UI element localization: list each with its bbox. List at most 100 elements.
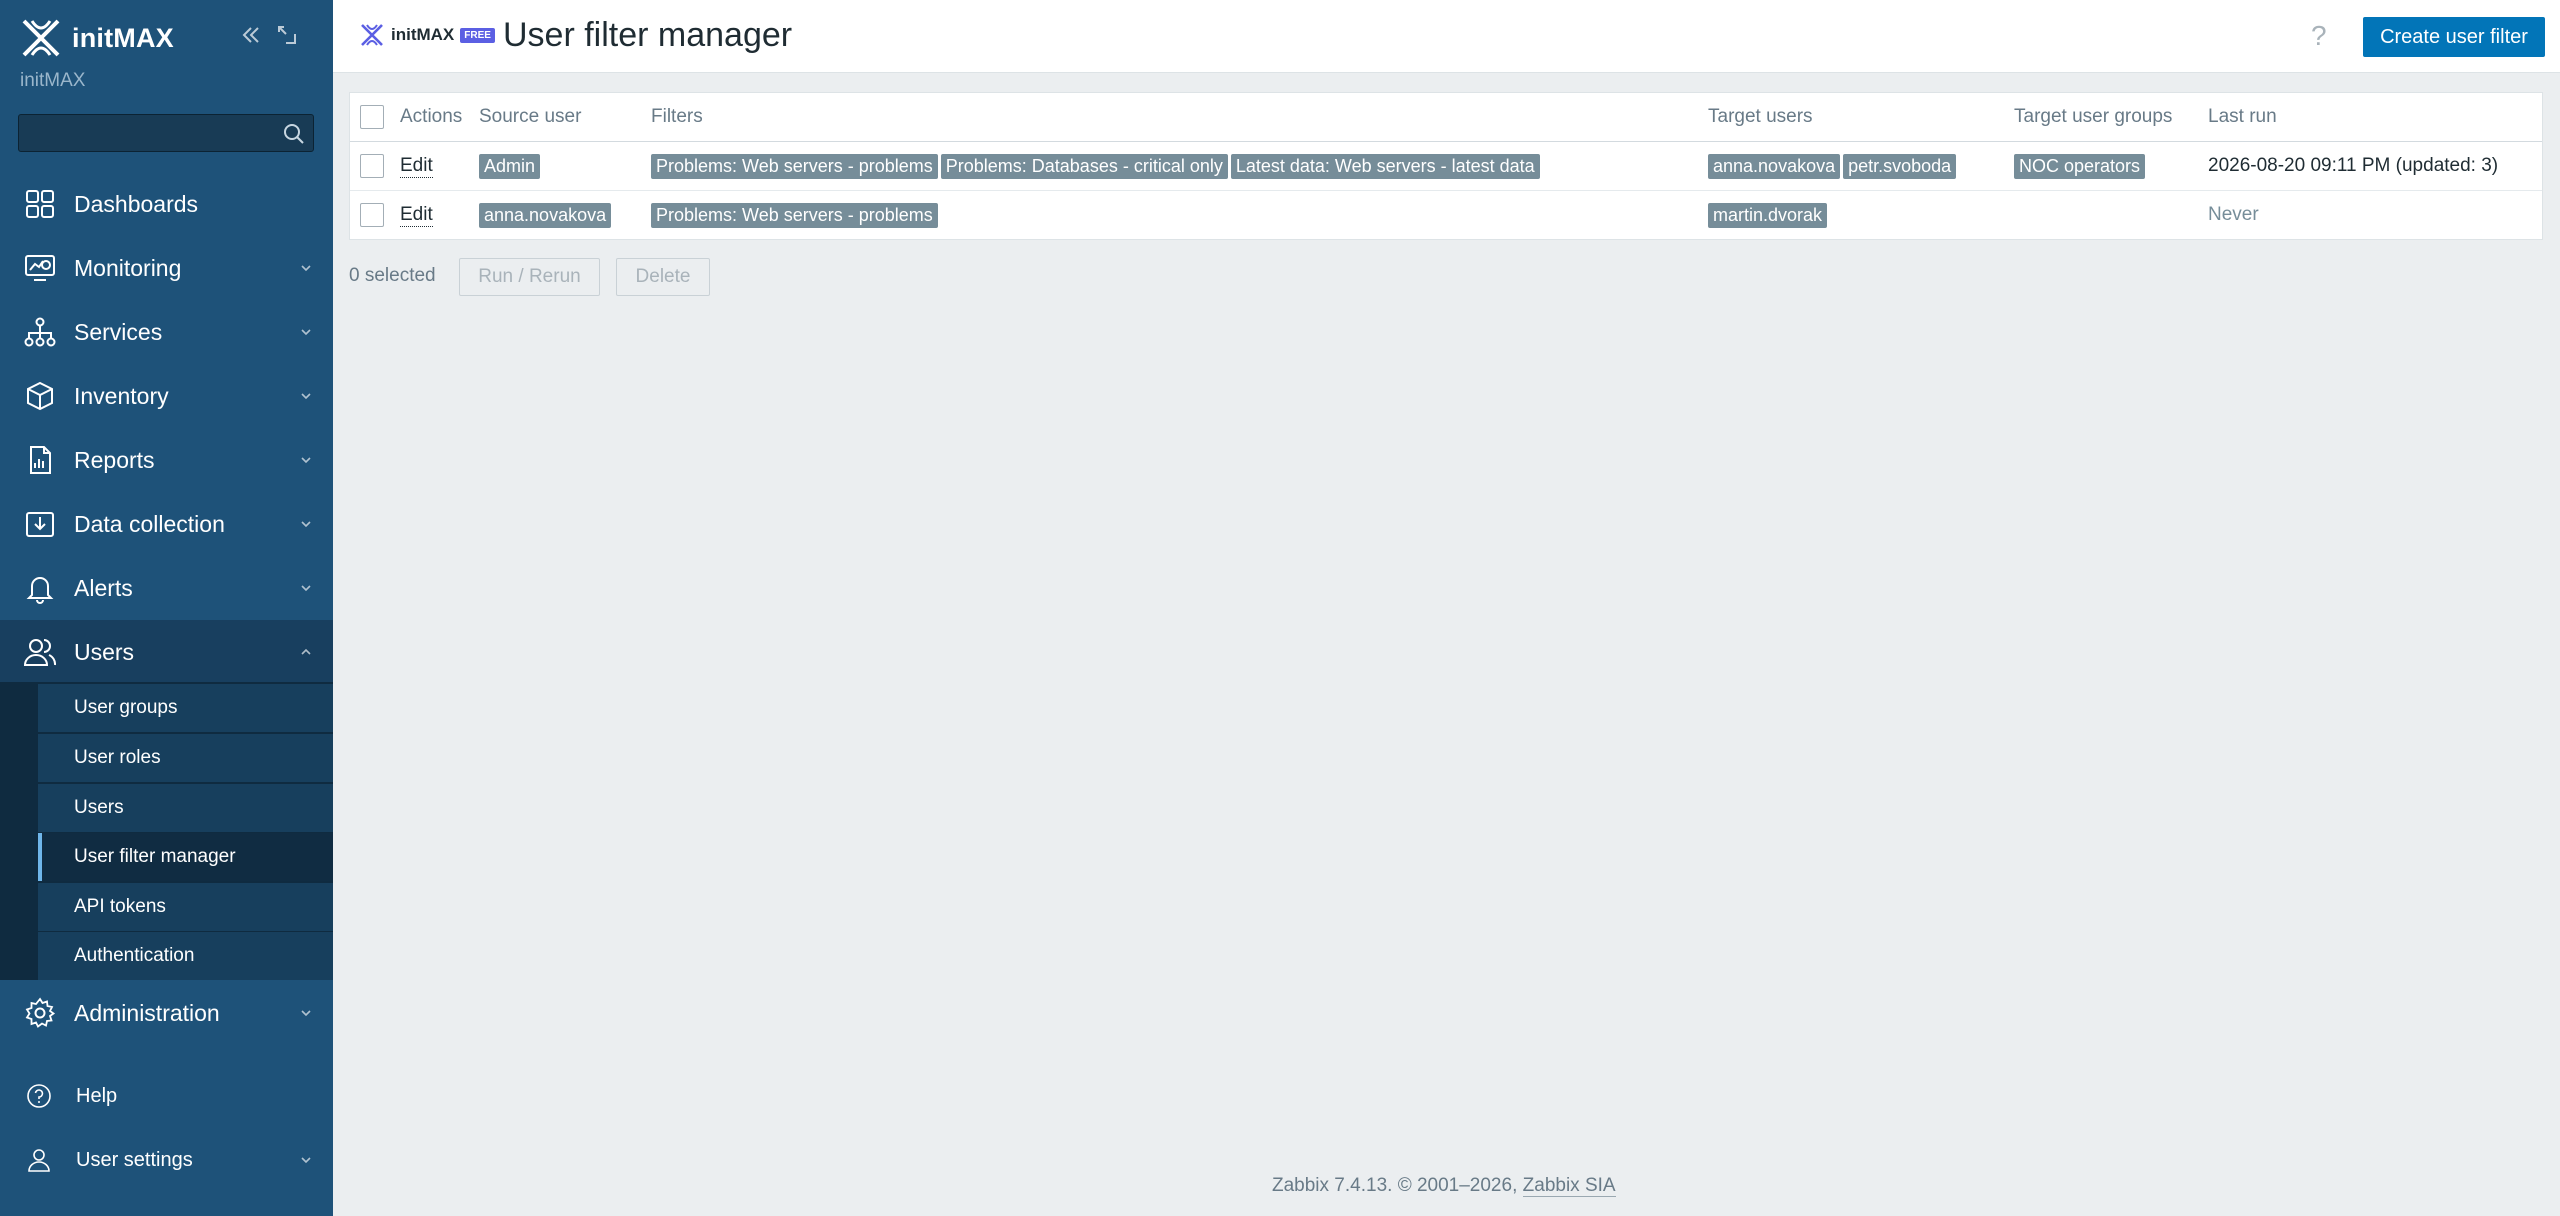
initmax-logo-icon <box>22 19 60 57</box>
monitoring-icon <box>22 250 58 286</box>
chevron-up-icon <box>301 648 311 655</box>
nav-dashboards[interactable]: Dashboards <box>0 172 333 236</box>
initmax-logo-icon <box>361 24 383 46</box>
nav-label: Users <box>74 638 135 665</box>
submenu-user-groups[interactable]: User groups <box>38 684 333 732</box>
nav-data-collection[interactable]: Data collection <box>0 492 333 556</box>
nav-administration[interactable]: Administration <box>0 981 333 1045</box>
delete-button[interactable]: Delete <box>616 258 710 296</box>
submenu-label: Users <box>74 797 124 818</box>
gear-icon <box>22 995 58 1031</box>
brand-logo[interactable]: initMAX <box>20 16 174 60</box>
nav-monitoring[interactable]: Monitoring <box>0 236 333 300</box>
column-source-user[interactable]: Source user <box>479 93 581 141</box>
user-icon <box>24 1145 54 1175</box>
submenu-api-tokens[interactable]: API tokens <box>38 883 333 931</box>
users-icon <box>22 634 58 670</box>
column-target-users: Target users <box>1708 106 1813 127</box>
help-circle-icon <box>24 1081 54 1111</box>
chevron-down-icon <box>301 265 311 272</box>
submenu-label: User groups <box>74 697 178 718</box>
column-actions: Actions <box>400 106 463 127</box>
chevron-down-icon <box>301 585 311 592</box>
last-run-value: Never <box>2208 204 2259 225</box>
source-user-tag[interactable]: anna.novakova <box>479 202 612 228</box>
collapse-sidebar-icon[interactable] <box>240 24 262 46</box>
submenu-label: Authentication <box>74 945 195 966</box>
submenu-label: API tokens <box>74 896 166 917</box>
filter-tag[interactable]: Problems: Databases - critical only <box>940 153 1228 179</box>
create-user-filter-button[interactable]: Create user filter <box>2363 17 2545 57</box>
chevron-down-icon <box>301 329 311 336</box>
search-input[interactable] <box>19 115 279 149</box>
row-checkbox[interactable] <box>360 154 384 178</box>
nav-inventory[interactable]: Inventory <box>0 364 333 428</box>
target-user-tag[interactable]: anna.novakova <box>1708 153 1841 179</box>
nav-label: Dashboards <box>74 190 199 217</box>
kiosk-mode-icon[interactable] <box>276 24 298 46</box>
copyright-text: Zabbix 7.4.13. © 2001–2026, <box>1272 1175 1523 1196</box>
free-badge: FREE <box>460 27 495 43</box>
submenu-user-roles[interactable]: User roles <box>38 734 333 782</box>
help-icon[interactable]: ? <box>2311 20 2327 52</box>
page-title: User filter manager <box>503 16 793 54</box>
target-user-tag[interactable]: petr.svoboda <box>1843 153 1957 179</box>
nav-services[interactable]: Services <box>0 300 333 364</box>
last-run-value: 2026-08-20 09:11 PM (updated: 3) <box>2208 155 2499 176</box>
source-user-tag[interactable]: Admin <box>479 153 541 179</box>
table-header-row: Actions Source user Filters Target users… <box>350 93 2542 142</box>
nav-reports[interactable]: Reports <box>0 428 333 492</box>
select-all-checkbox[interactable] <box>360 105 384 129</box>
reports-icon <box>22 442 58 478</box>
filter-tag[interactable]: Latest data: Web servers - latest data <box>1230 153 1540 179</box>
row-checkbox[interactable] <box>360 203 384 227</box>
inventory-icon <box>22 378 58 414</box>
submenu-users[interactable]: Users <box>38 784 333 832</box>
nav-label: Administration <box>74 999 220 1026</box>
nav-label: Help <box>76 1084 118 1107</box>
column-target-user-groups: Target user groups <box>2014 106 2173 127</box>
submenu-authentication[interactable]: Authentication <box>38 932 333 980</box>
edit-link[interactable]: Edit <box>400 155 433 178</box>
nav-label: Services <box>74 318 163 345</box>
server-name: initMAX <box>20 70 86 91</box>
chevron-down-icon <box>301 1010 311 1017</box>
nav-users[interactable]: Users <box>0 620 333 684</box>
initmax-header-logo: initMAX FREE <box>359 22 495 48</box>
nav-label: Data collection <box>74 510 225 537</box>
data-collection-icon <box>22 506 58 542</box>
user-filter-table: Actions Source user Filters Target users… <box>349 92 2543 240</box>
header-logo-text: initMAX <box>391 25 455 44</box>
column-last-run: Last run <box>2208 106 2277 127</box>
bell-icon <box>22 570 58 606</box>
target-user-tag[interactable]: martin.dvorak <box>1708 202 1828 228</box>
target-user-group-tag[interactable]: NOC operators <box>2014 153 2146 179</box>
sidebar-search <box>18 114 314 152</box>
sidebar: initMAX initMAX Dashboards Monitoring Se… <box>0 0 333 1216</box>
filter-tag[interactable]: Problems: Web servers - problems <box>651 153 938 179</box>
nav-user-settings[interactable]: User settings <box>0 1132 333 1188</box>
run-rerun-button[interactable]: Run / Rerun <box>459 258 600 296</box>
chevron-down-icon <box>301 521 311 528</box>
submenu-label: User filter manager <box>74 846 236 867</box>
edit-link[interactable]: Edit <box>400 204 433 227</box>
search-icon[interactable] <box>281 121 307 147</box>
chevron-down-icon <box>301 457 311 464</box>
submenu-label: User roles <box>74 747 161 768</box>
table-row: Edit anna.novakova Problems: Web servers… <box>350 191 2542 239</box>
chevron-down-icon <box>301 393 311 400</box>
brand-name: initMAX <box>72 22 174 53</box>
dashboards-icon <box>22 186 58 222</box>
submenu-user-filter-manager[interactable]: User filter manager <box>38 833 333 881</box>
filter-tag[interactable]: Problems: Web servers - problems <box>651 202 938 228</box>
column-filters: Filters <box>651 106 703 127</box>
chevron-down-icon <box>301 1157 311 1164</box>
zabbix-sia-link[interactable]: Zabbix SIA <box>1522 1175 1616 1197</box>
table-row: Edit Admin Problems: Web servers - probl… <box>350 142 2542 191</box>
page-header: initMAX FREE User filter manager ? Creat… <box>333 0 2560 73</box>
copyright: Zabbix 7.4.13. © 2001–2026, Zabbix SIA <box>1272 1175 1616 1197</box>
nav-label: Monitoring <box>74 254 182 281</box>
selected-count: 0 selected <box>349 265 436 286</box>
nav-alerts[interactable]: Alerts <box>0 556 333 620</box>
nav-help[interactable]: Help <box>0 1068 333 1124</box>
